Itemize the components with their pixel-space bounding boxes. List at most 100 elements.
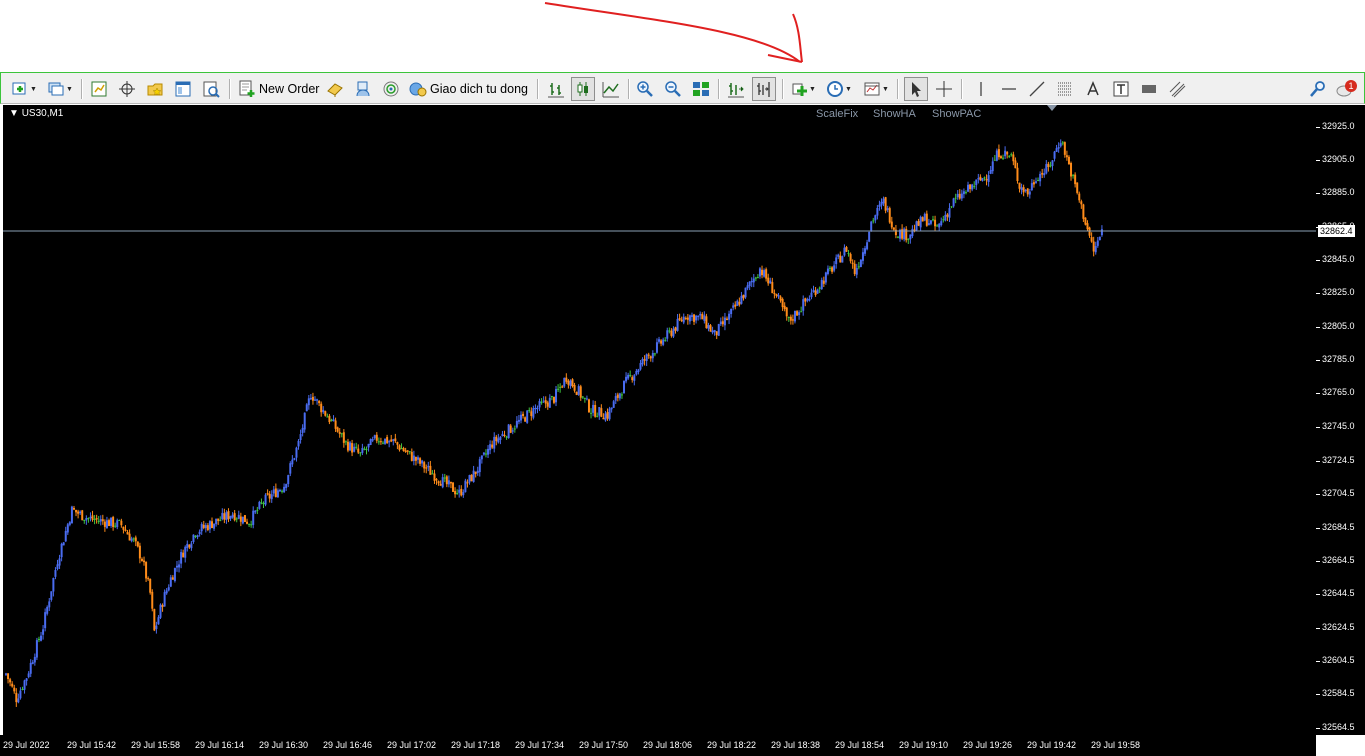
price-tick-label: 32724.5	[1322, 454, 1355, 465]
candle-body	[355, 446, 358, 448]
candle-body	[967, 184, 970, 192]
candle-body	[62, 542, 65, 546]
time-axis[interactable]: 29 Jul 2022 29 Jul 15:42 29 Jul 15:58 29 Ju…	[0, 735, 1316, 756]
candle-body	[377, 441, 380, 443]
signals-button[interactable]	[351, 77, 375, 101]
chart-shift-button[interactable]	[724, 77, 748, 101]
cursor-button[interactable]	[904, 77, 928, 101]
new-chart-button[interactable]: ▼	[9, 77, 39, 101]
profiles-button[interactable]: ▼	[45, 77, 75, 101]
candle-body	[285, 484, 288, 488]
candle-body	[831, 267, 834, 272]
zoom-in-button[interactable]	[633, 77, 657, 101]
candle-body	[91, 515, 94, 520]
cursor-icon	[912, 82, 921, 97]
horizontal-line-button[interactable]	[997, 77, 1021, 101]
candle-body	[777, 295, 780, 297]
indicators-button[interactable]: ▼	[788, 77, 818, 101]
text-label-icon	[1113, 81, 1129, 97]
metaeditor-button[interactable]	[323, 77, 347, 101]
candle-body	[359, 452, 362, 454]
scalefix-button[interactable]: ScaleFix	[816, 108, 858, 120]
candle-body	[896, 236, 899, 238]
candle-body	[670, 330, 673, 336]
zoom-out-button[interactable]	[661, 77, 685, 101]
auto-trading-button[interactable]: Giao dich tu dong	[406, 77, 531, 101]
candle-body	[11, 683, 14, 687]
notifications-button[interactable]: 1	[1333, 77, 1361, 101]
market-signals-button[interactable]	[379, 77, 403, 101]
candle-body	[633, 375, 636, 381]
candle-body	[398, 445, 401, 450]
equidistant-channel-button[interactable]	[1165, 77, 1189, 101]
candle-body	[934, 219, 937, 227]
candle-body	[482, 452, 485, 455]
rectangle-button[interactable]	[1137, 77, 1161, 101]
candle-body	[208, 521, 211, 530]
fibonacci-button[interactable]	[1053, 77, 1077, 101]
candle-body	[79, 511, 82, 514]
price-tick-mark	[1316, 694, 1320, 696]
periods-button[interactable]: ▼	[823, 77, 855, 101]
profiles-icon	[48, 82, 64, 96]
price-chart[interactable]: ▼ US30,M1 ScaleFix ShowHA ShowPAC	[3, 105, 1316, 735]
autoscroll-button[interactable]	[752, 77, 776, 101]
candlestick-button[interactable]	[571, 77, 595, 101]
candle-body	[50, 591, 53, 600]
templates-button[interactable]: ▼	[861, 77, 891, 101]
candle-body	[1055, 148, 1058, 152]
navigator-button[interactable]	[115, 77, 139, 101]
data-window-button[interactable]	[143, 77, 167, 101]
candle-body	[530, 411, 533, 416]
time-tick-label: 29 Jul 16:30	[259, 740, 309, 750]
market-watch-button[interactable]	[87, 77, 111, 101]
candle-body	[583, 397, 586, 399]
chart-symbol-label[interactable]: ▼ US30,M1	[9, 108, 63, 119]
trendline-button[interactable]	[1025, 77, 1049, 101]
current-price-label: 32862.4	[1318, 225, 1355, 237]
candle-body	[936, 225, 939, 227]
symbol-text: US30,M1	[21, 108, 64, 119]
showha-button[interactable]: ShowHA	[873, 108, 916, 120]
terminal-button[interactable]	[171, 77, 195, 101]
candle-body	[604, 413, 607, 421]
candle-body	[346, 441, 349, 451]
candle-body	[651, 353, 654, 359]
candle-body	[114, 525, 117, 527]
metaeditor-icon	[327, 83, 343, 97]
candle-body	[695, 315, 698, 321]
candle-body	[221, 512, 224, 520]
strategy-tester-button[interactable]	[199, 77, 223, 101]
vertical-line-button[interactable]	[969, 77, 993, 101]
candle-body	[699, 313, 702, 316]
candle-body	[771, 282, 774, 294]
bar-chart-button[interactable]	[544, 77, 568, 101]
candle-body	[7, 673, 10, 679]
price-axis[interactable]: 32925.032905.032885.032865.032845.032825…	[1316, 105, 1365, 735]
search-button[interactable]	[1306, 77, 1330, 101]
horizontal-line-icon	[1002, 88, 1016, 90]
candle-body	[1059, 143, 1062, 147]
candle-body	[973, 186, 976, 188]
new-order-button[interactable]: New Order	[235, 77, 322, 101]
chart-shift-marker-icon[interactable]	[1047, 105, 1057, 111]
candle-body	[1022, 187, 1025, 193]
text-label-button[interactable]	[1109, 77, 1133, 101]
candle-body	[655, 342, 658, 353]
candle-body	[1016, 167, 1019, 182]
text-button[interactable]	[1081, 77, 1105, 101]
showpac-button[interactable]: ShowPAC	[932, 108, 981, 120]
candle-body	[824, 272, 827, 283]
candle-body	[503, 434, 506, 436]
candle-body	[46, 606, 49, 614]
candle-body	[260, 502, 263, 504]
tile-windows-button[interactable]	[689, 77, 713, 101]
candle-body	[1018, 182, 1021, 189]
candle-body	[188, 544, 191, 548]
candle-body	[507, 424, 510, 438]
line-chart-button[interactable]	[599, 77, 623, 101]
candle-body	[870, 221, 873, 231]
candle-body	[1090, 237, 1093, 242]
crosshair-button[interactable]	[932, 77, 956, 101]
price-tick-label: 32624.5	[1322, 621, 1355, 632]
